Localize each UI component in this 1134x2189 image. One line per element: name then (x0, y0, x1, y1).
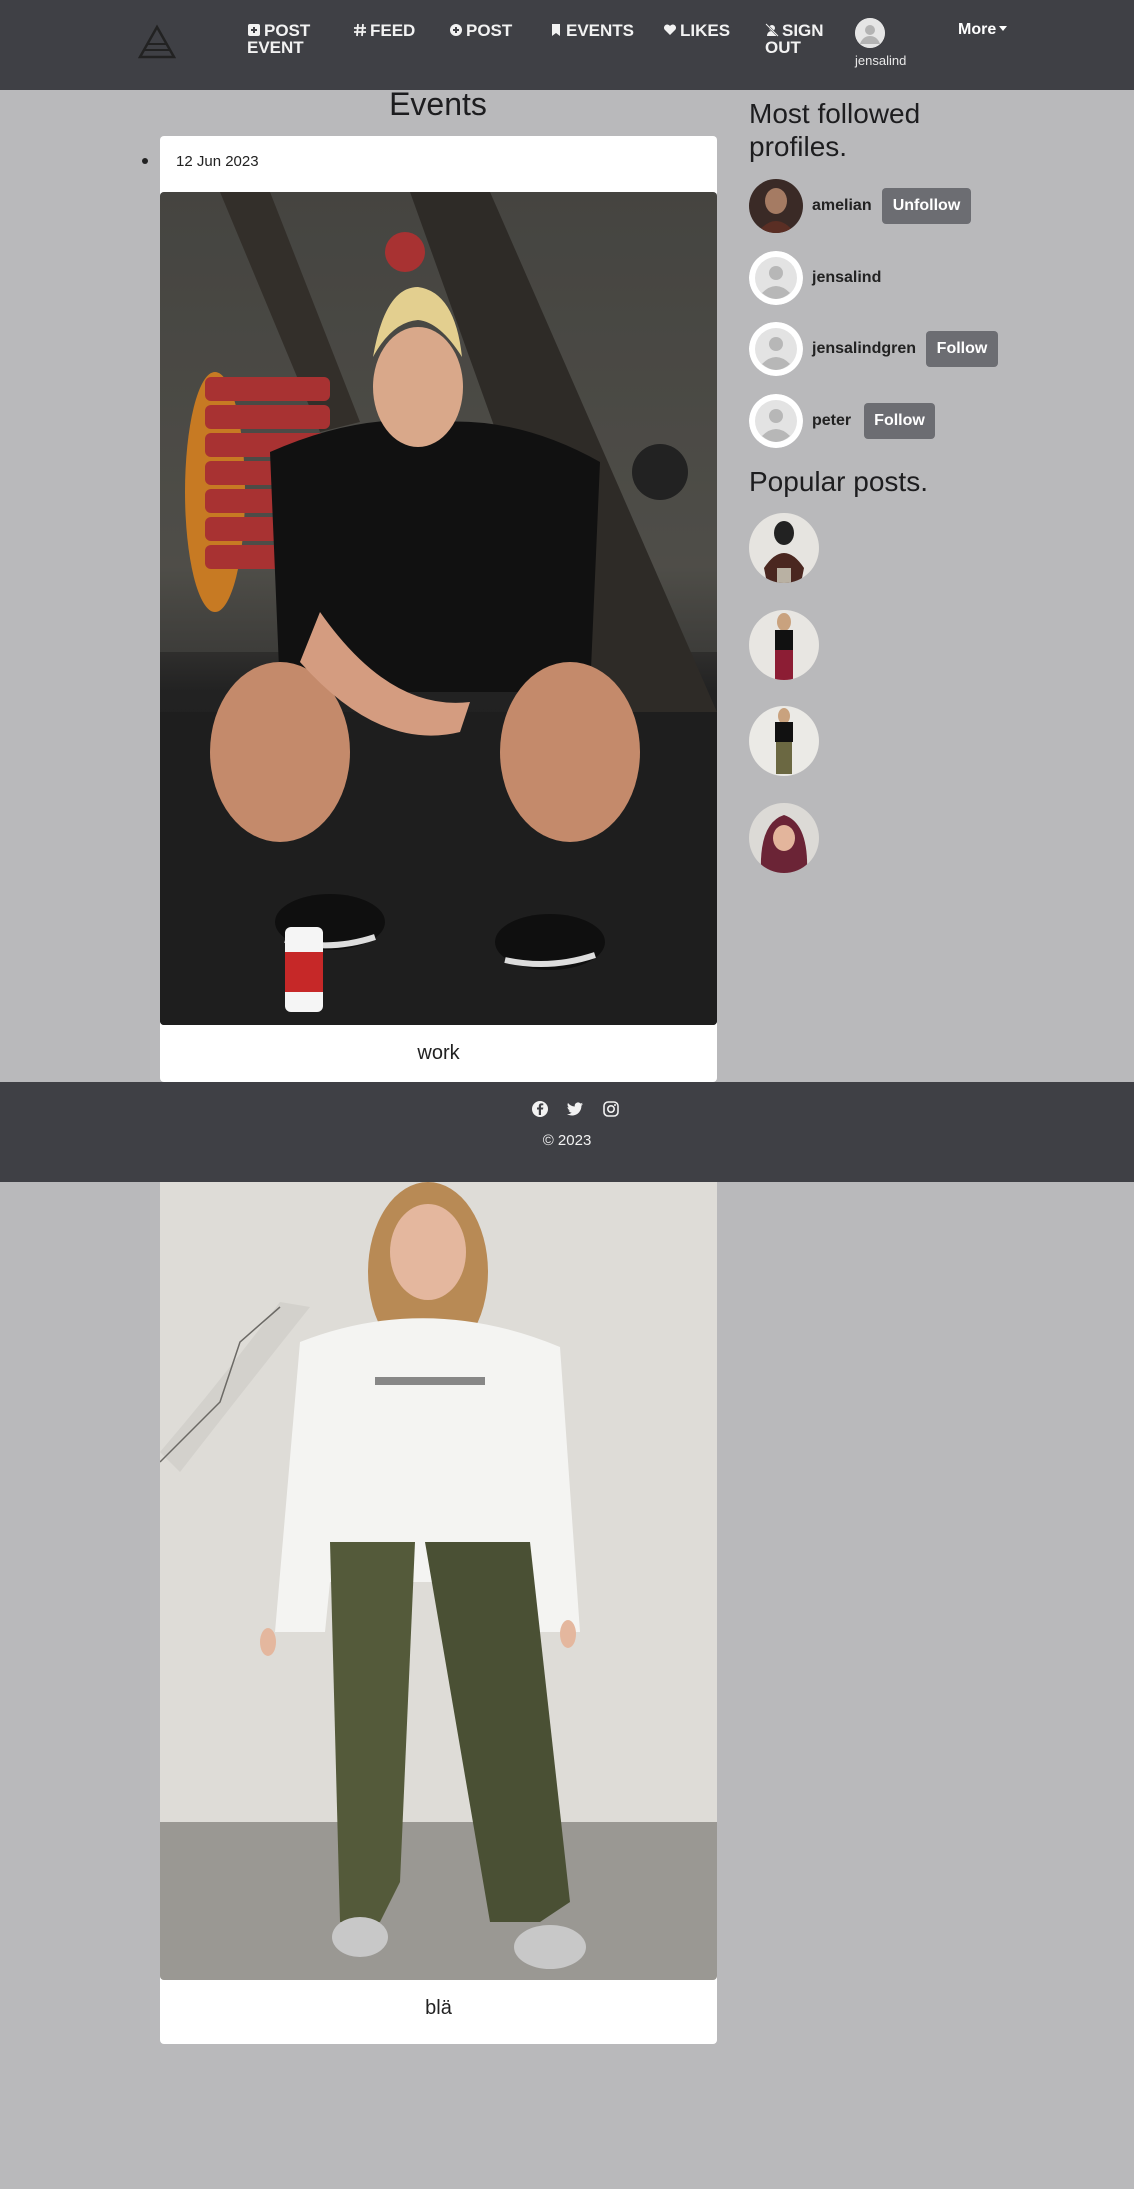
caret-down-icon (999, 26, 1008, 31)
popular-post-thumb[interactable] (749, 706, 819, 776)
unfollow-button[interactable]: Unfollow (882, 188, 971, 224)
page-title: Events (389, 86, 487, 122)
most-followed-heading-line2: profiles. (749, 131, 848, 162)
profile-photo (749, 179, 803, 233)
more-dropdown-label: More (958, 21, 997, 38)
list-bullet (142, 158, 148, 164)
profile-name[interactable]: amelian (812, 197, 872, 215)
nav-likes[interactable]: LIKES (663, 22, 730, 39)
profile-avatar[interactable] (749, 179, 803, 233)
follow-button[interactable]: Follow (926, 331, 998, 367)
copyright: © 2023 (542, 1132, 592, 1149)
nav-post[interactable]: POST (449, 22, 512, 39)
profile-avatar[interactable] (749, 322, 803, 376)
event-photo-image (160, 1182, 717, 1980)
event-caption: blä (425, 1997, 452, 2019)
nav-sign-out-label-2: OUT (765, 38, 801, 57)
nav-post-event[interactable]: POST EVENT (247, 22, 310, 56)
sign-out-icon (765, 23, 779, 37)
profile-name[interactable]: peter (812, 412, 851, 430)
nav-feed[interactable]: FEED (353, 22, 415, 39)
user-placeholder-icon (749, 394, 803, 448)
navbar: POST EVENT FEED POST EVENTS LIKES SIGN O… (0, 0, 1134, 90)
event-photo-image (160, 192, 717, 1025)
most-followed-heading-line1: Most followed (749, 98, 921, 129)
user-placeholder-icon (749, 251, 803, 305)
popular-post-thumb[interactable] (749, 803, 819, 873)
hash-icon (353, 23, 367, 37)
user-placeholder-icon (749, 322, 803, 376)
heart-icon (663, 23, 677, 37)
footer: © 2023 (0, 1082, 1134, 1182)
more-dropdown[interactable]: More (958, 21, 1008, 39)
event-date: 12 Jun 2023 (176, 153, 259, 170)
event-photo[interactable] (160, 192, 717, 1025)
nav-username[interactable]: jensalind (855, 53, 906, 68)
post-photo (749, 610, 819, 680)
popular-post-thumb[interactable] (749, 610, 819, 680)
plus-square-icon (247, 23, 261, 37)
plus-circle-icon (449, 23, 463, 37)
nav-events[interactable]: EVENTS (549, 22, 634, 39)
profile-name[interactable]: jensalind (812, 269, 881, 287)
user-avatar[interactable] (855, 18, 885, 48)
nav-likes-label: LIKES (680, 21, 731, 40)
most-followed-heading: Most followed profiles. (749, 97, 920, 163)
post-photo (749, 513, 819, 583)
post-photo (749, 706, 819, 776)
nav-events-label: EVENTS (566, 21, 635, 40)
popular-post-thumb[interactable] (749, 513, 819, 583)
profile-avatar[interactable] (749, 394, 803, 448)
facebook-icon[interactable] (531, 1100, 549, 1118)
twitter-icon[interactable] (566, 1100, 584, 1118)
event-caption: work (417, 1042, 460, 1064)
bookmark-icon (549, 23, 563, 37)
nav-feed-label: FEED (370, 21, 416, 40)
logo-triangle-icon[interactable] (138, 24, 176, 60)
nav-sign-out[interactable]: SIGN OUT (765, 22, 824, 56)
post-photo (749, 803, 819, 873)
nav-post-label: POST (466, 21, 513, 40)
follow-button[interactable]: Follow (864, 403, 935, 439)
profile-name[interactable]: jensalindgren (812, 340, 916, 358)
user-placeholder-icon (855, 18, 885, 48)
nav-post-event-label-2: EVENT (247, 38, 304, 57)
event-photo[interactable] (160, 1182, 717, 1980)
profile-avatar[interactable] (749, 251, 803, 305)
instagram-icon[interactable] (602, 1100, 620, 1118)
popular-posts-heading: Popular posts. (749, 466, 928, 497)
